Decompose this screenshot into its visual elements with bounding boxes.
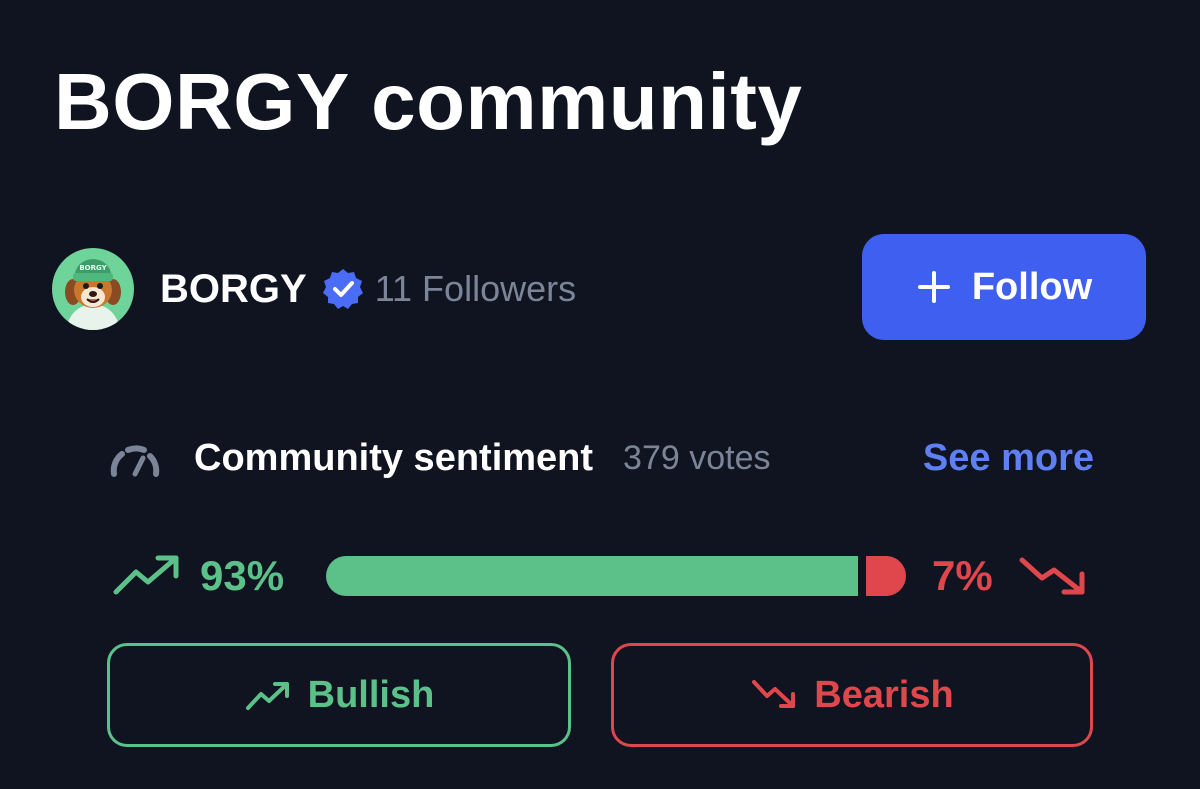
trend-down-icon xyxy=(750,678,798,712)
plus-icon xyxy=(916,269,952,305)
page-title: BORGY community xyxy=(54,57,803,146)
follow-button[interactable]: Follow xyxy=(862,234,1146,340)
bullish-button[interactable]: Bullish xyxy=(107,643,571,747)
bearish-button[interactable]: Bearish xyxy=(611,643,1093,747)
gauge-icon xyxy=(108,438,162,478)
sentiment-header: Community sentiment 379 votes See more xyxy=(108,430,1094,486)
bullish-label: Bullish xyxy=(307,673,435,716)
follow-label: Follow xyxy=(971,265,1093,308)
avatar[interactable]: BORGY xyxy=(52,248,134,330)
sentiment-bar-row: 93% 7% xyxy=(110,546,1094,606)
followers-count[interactable]: 11 Followers xyxy=(375,268,576,310)
bearish-label: Bearish xyxy=(814,673,954,716)
verified-badge-icon xyxy=(321,267,365,311)
trend-up-icon xyxy=(244,678,292,712)
sentiment-title: Community sentiment xyxy=(194,436,594,479)
see-more-link[interactable]: See more xyxy=(923,437,1094,480)
bullish-percent: 93% xyxy=(200,552,285,599)
profile-handle[interactable]: BORGY xyxy=(160,267,307,312)
bearish-bar-fill xyxy=(866,556,906,596)
trend-up-icon xyxy=(113,555,179,595)
bullish-bar-fill xyxy=(326,556,858,596)
svg-text:BORGY: BORGY xyxy=(79,264,107,272)
trend-down-icon xyxy=(1019,557,1085,595)
votes-count: 379 votes xyxy=(623,438,771,477)
sentiment-bar xyxy=(326,556,906,596)
profile-row: BORGY BORGY 11 Followers xyxy=(52,246,576,332)
bearish-percent: 7% xyxy=(932,552,993,599)
